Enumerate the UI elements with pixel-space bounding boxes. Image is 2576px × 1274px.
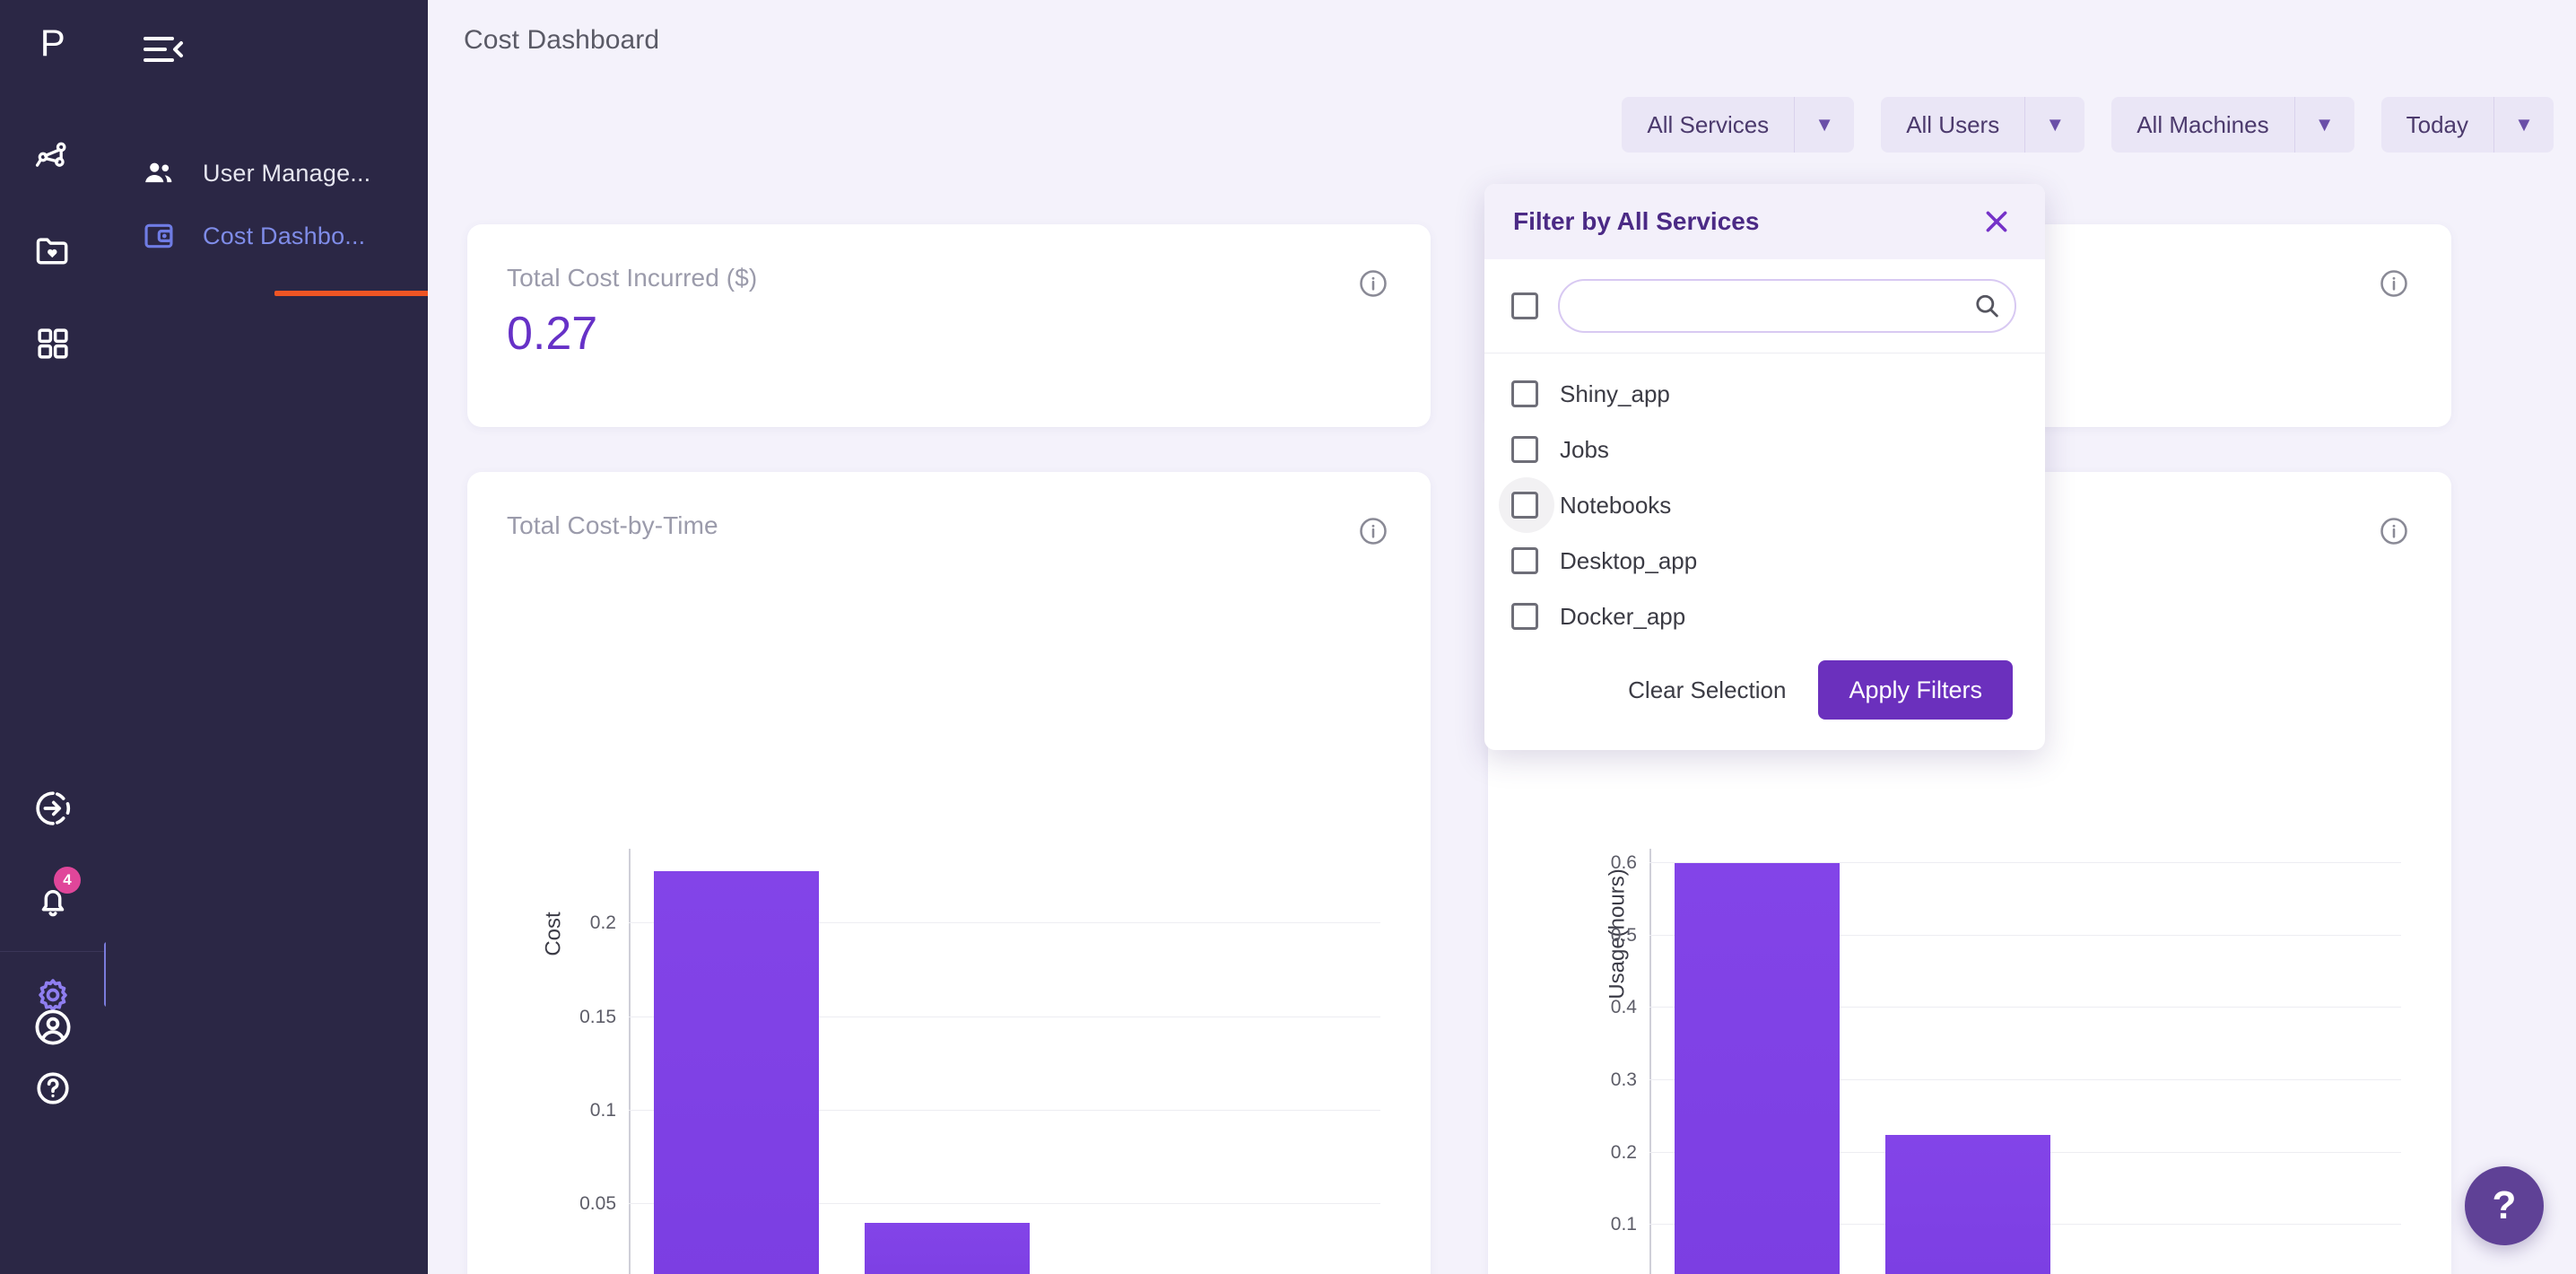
select-all-checkbox[interactable] <box>1511 292 1538 319</box>
logout-icon[interactable] <box>23 781 83 836</box>
info-icon[interactable] <box>2378 515 2410 547</box>
y-axis-tick-label: 0.1 <box>1610 1214 1637 1235</box>
chevron-down-icon[interactable]: ▼ <box>2494 97 2554 153</box>
clear-selection-button[interactable]: Clear Selection <box>1628 676 1786 704</box>
rail-primary-icons <box>23 129 83 371</box>
filter-option-item[interactable]: Notebooks <box>1484 477 2045 533</box>
rail-divider <box>0 951 106 952</box>
filter-option-item[interactable]: Docker_app <box>1484 589 2045 644</box>
filter-option-label: Shiny_app <box>1560 380 1670 407</box>
card-total-cost-incurred: Total Cost Incurred ($) 0.27 <box>467 224 1431 427</box>
info-icon[interactable] <box>2378 267 2410 300</box>
info-icon[interactable] <box>1357 267 1389 300</box>
filter-option-checkbox[interactable] <box>1511 380 1538 407</box>
y-axis-tick-label: 0.15 <box>579 1006 616 1027</box>
bell-icon[interactable]: 4 <box>23 867 83 929</box>
folder-heart-icon[interactable] <box>23 223 83 278</box>
close-icon[interactable] <box>1979 204 2015 240</box>
bar[interactable] <box>654 871 819 1274</box>
apply-filters-button[interactable]: Apply Filters <box>1818 660 2013 720</box>
filter-popup: Filter by All Services Shiny_app Jobs Note… <box>1484 184 2045 750</box>
filter-popup-title: Filter by All Services <box>1513 207 1760 235</box>
sidebar-item-label: User Manage... <box>203 159 371 187</box>
filter-option-item[interactable]: Shiny_app <box>1484 366 2045 422</box>
collapse-menu-icon[interactable] <box>142 29 190 70</box>
chevron-down-icon[interactable]: ▼ <box>1795 97 1854 153</box>
search-icon[interactable] <box>1968 287 2006 325</box>
app-root: P 4 User Manage... Cost Dashbo... Cost D… <box>0 0 2576 1274</box>
bar[interactable] <box>865 1222 1030 1274</box>
filter-popup-header: Filter by All Services <box>1484 184 2045 259</box>
filter-option-checkbox[interactable] <box>1511 492 1538 519</box>
y-axis-tick-label: 0.5 <box>1610 924 1637 946</box>
card-total-cost-by-time: Total Cost-by-Time Cost 00.050.10.150.2 <box>467 472 1431 1274</box>
y-axis-tick-label: 0.4 <box>1610 997 1637 1018</box>
search-input[interactable] <box>1583 281 1968 331</box>
y-axis-tick-label: 0.2 <box>589 912 616 934</box>
chevron-down-icon[interactable]: ▼ <box>2025 97 2084 153</box>
info-icon[interactable] <box>1357 515 1389 547</box>
filter-option-checkbox[interactable] <box>1511 436 1538 463</box>
sidebar-item-cost-dashboard[interactable]: Cost Dashbo... <box>106 205 428 267</box>
filter-option-label: Desktop_app <box>1560 546 1698 574</box>
search-input-wrapper[interactable] <box>1558 279 2016 333</box>
bar[interactable] <box>1885 1134 2050 1274</box>
notification-badge: 4 <box>54 867 81 894</box>
sidebar-item-label: Cost Dashbo... <box>203 222 366 249</box>
y-axis-tick-label: 0.3 <box>1610 1069 1637 1091</box>
sidebar-item-user-management[interactable]: User Manage... <box>106 142 428 205</box>
filter-bar: All Services ▼ All Users ▼ All Machines … <box>1622 97 2554 153</box>
card-title: Total Cost Incurred ($) <box>507 264 758 292</box>
chevron-down-icon[interactable]: ▼ <box>2295 97 2354 153</box>
wallet-icon <box>142 219 176 253</box>
filter-date-range[interactable]: Today ▼ <box>2380 97 2554 153</box>
network-graph-icon[interactable] <box>23 129 83 185</box>
plot-area: 00.10.20.30.40.50.6 <box>1611 849 2401 1274</box>
filter-options-list: Shiny_app Jobs Notebooks Desktop_app Docker_… <box>1484 353 2045 644</box>
help-fab-button[interactable]: ? <box>2465 1166 2544 1245</box>
y-axis-label: Cost <box>541 912 566 956</box>
filter-option-item[interactable]: Jobs <box>1484 422 2045 477</box>
chart-cost-by-time: Cost 00.050.10.150.2 <box>467 571 1431 1274</box>
y-axis-line <box>1649 849 1651 1274</box>
filter-all-machines[interactable]: All Machines ▼ <box>2111 97 2354 153</box>
nav-items: User Manage... Cost Dashbo... <box>106 142 428 267</box>
filter-option-label: Notebooks <box>1560 491 1672 519</box>
filter-option-checkbox[interactable] <box>1511 603 1538 630</box>
page-title: Cost Dashboard <box>464 25 660 55</box>
y-axis-tick-label: 0.6 <box>1610 852 1637 874</box>
grid-apps-icon[interactable] <box>23 316 83 371</box>
icon-rail: P 4 <box>0 0 109 1274</box>
y-axis-tick-label: 0.05 <box>579 1192 616 1214</box>
card-title: Total Cost-by-Time <box>507 511 718 539</box>
app-logo[interactable]: P <box>0 13 106 74</box>
y-axis-line <box>629 849 631 1274</box>
filter-option-item[interactable]: Desktop_app <box>1484 533 2045 589</box>
people-icon <box>142 156 176 190</box>
filter-option-checkbox[interactable] <box>1511 547 1538 574</box>
filter-popup-footer: Clear Selection Apply Filters <box>1484 644 2045 750</box>
filter-label: All Machines <box>2137 110 2269 138</box>
filter-option-label: Jobs <box>1560 435 1609 463</box>
y-axis-tick-label: 0.1 <box>589 1099 616 1121</box>
y-axis-tick-label: 0.2 <box>1610 1141 1637 1163</box>
filter-label: Today <box>2406 110 2468 138</box>
filter-all-services[interactable]: All Services ▼ <box>1622 97 1855 153</box>
filter-label: All Users <box>1906 110 2000 138</box>
filter-all-users[interactable]: All Users ▼ <box>1881 97 2085 153</box>
card-value: 0.27 <box>507 308 598 360</box>
nav-panel: User Manage... Cost Dashbo... <box>106 0 535 1274</box>
filter-label: All Services <box>1647 110 1770 138</box>
filter-option-label: Docker_app <box>1560 602 1686 630</box>
filter-search-row <box>1484 259 2045 353</box>
plot-area: 00.050.10.150.2 <box>579 849 1380 1274</box>
bar[interactable] <box>1675 863 1840 1274</box>
user-circle-icon[interactable] <box>0 973 106 1081</box>
